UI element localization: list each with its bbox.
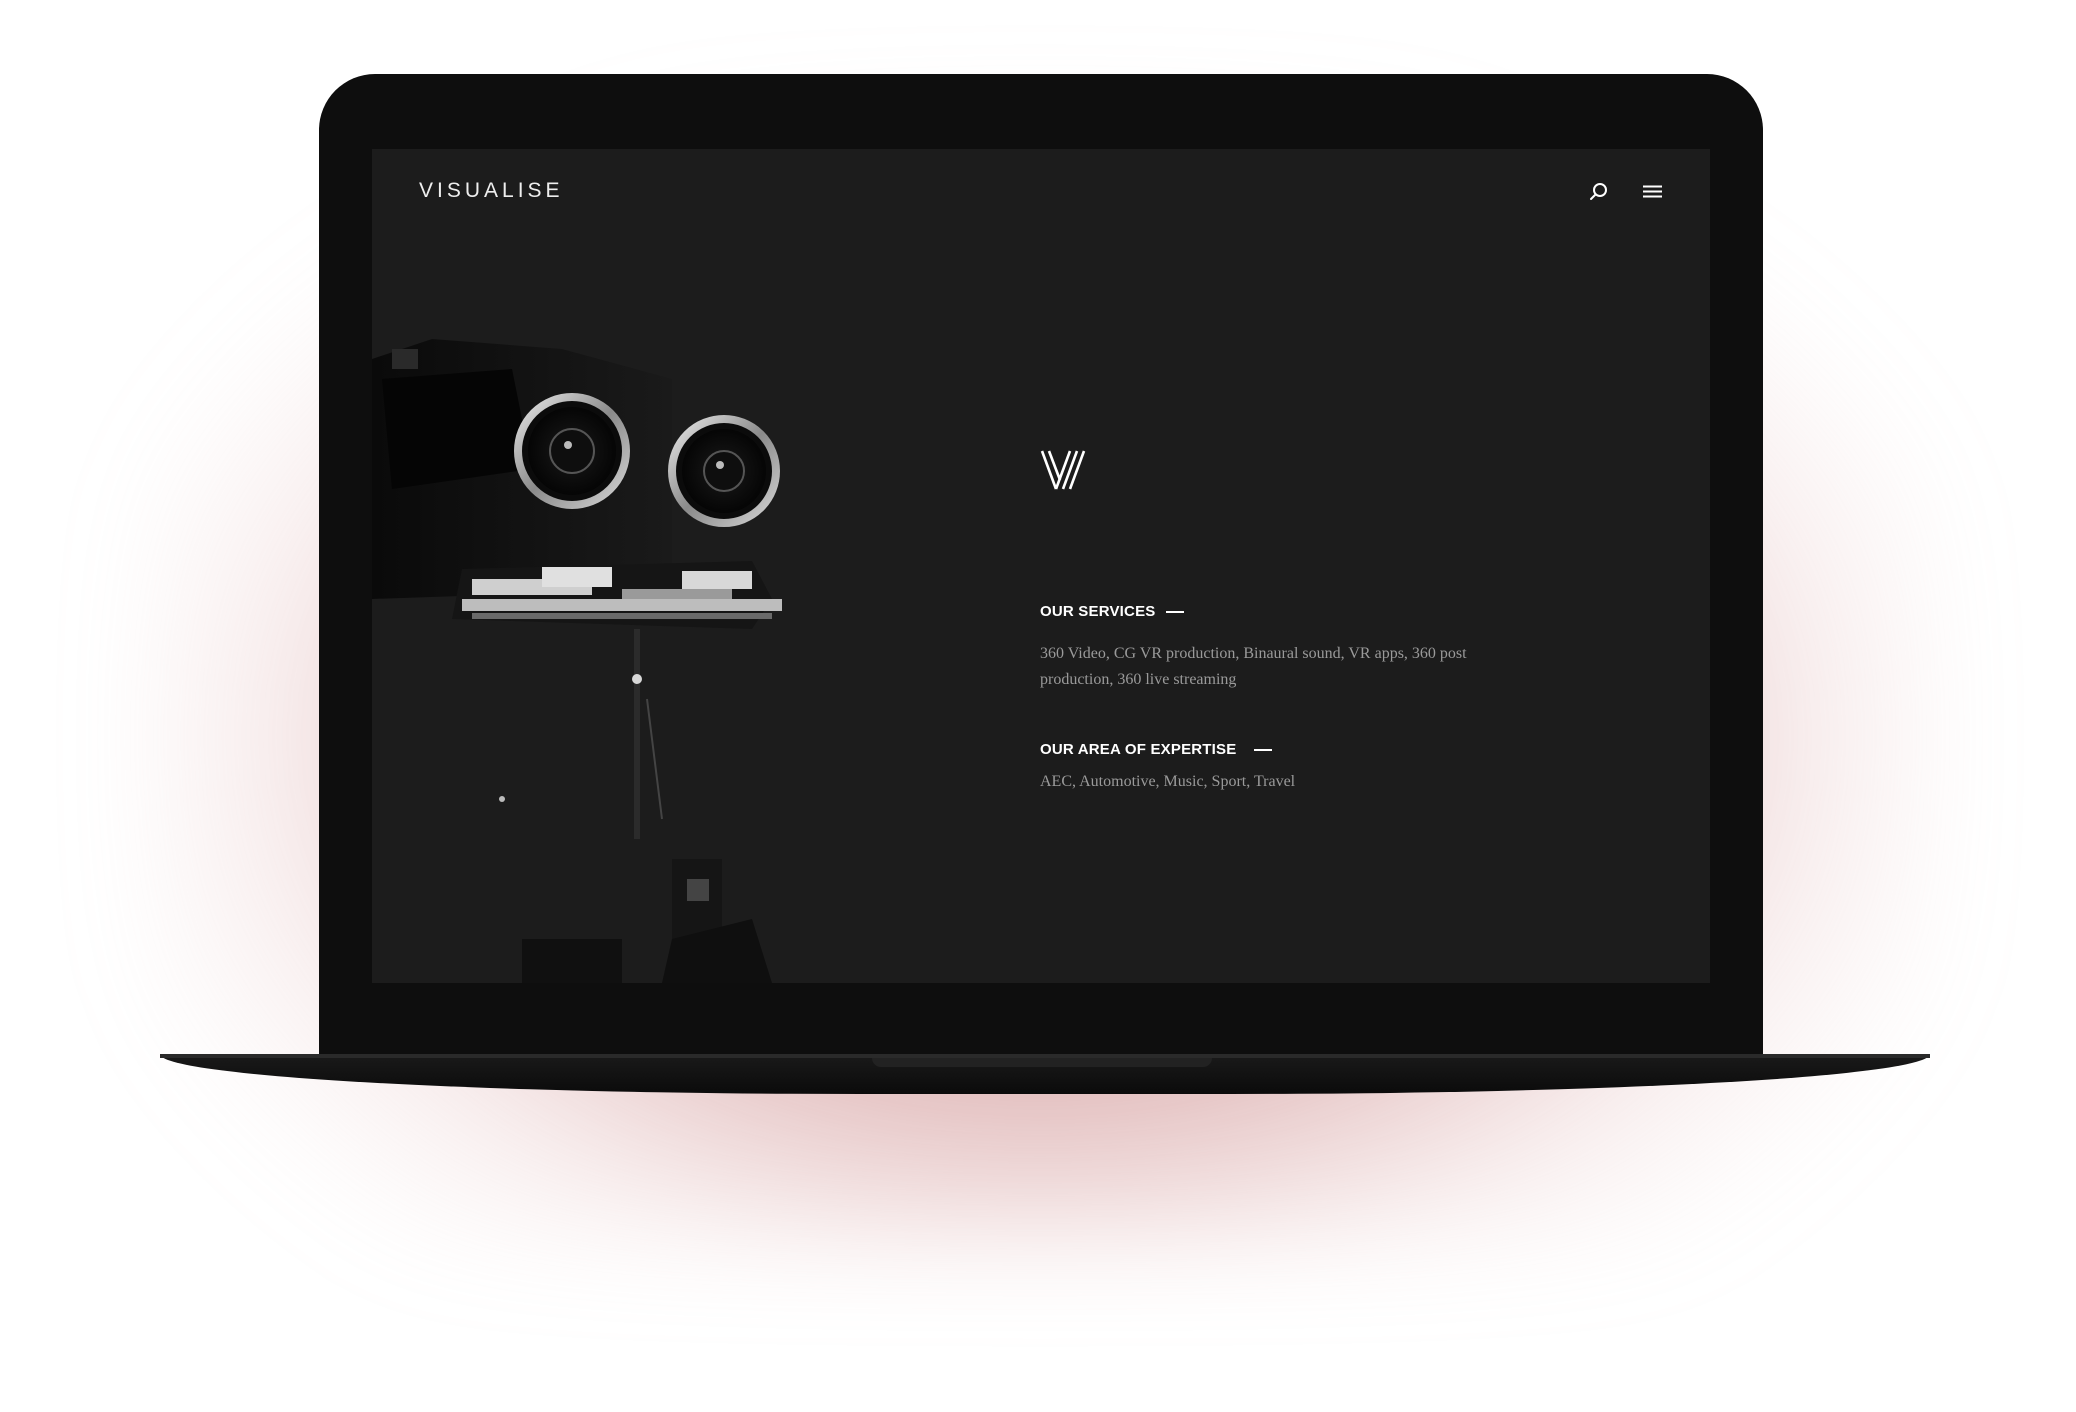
laptop-screen: VISUALISE OUR SERVICES 360 Video, CG VR … <box>372 149 1710 983</box>
heading-dash <box>1254 749 1273 752</box>
search-button[interactable] <box>1586 179 1612 205</box>
vr-camera-rig-image <box>372 299 812 983</box>
heading-dash <box>1165 611 1184 614</box>
services-heading: OUR SERVICES <box>1040 603 1184 620</box>
hamburger-menu-icon <box>1643 185 1662 198</box>
brand-logo[interactable]: VISUALISE <box>419 179 564 203</box>
laptop-notch <box>872 1058 1212 1067</box>
expertise-heading: OUR AREA OF EXPERTISE <box>1040 741 1273 758</box>
visualise-w-logo-icon <box>1040 450 1086 490</box>
expertise-heading-label: OUR AREA OF EXPERTISE <box>1040 741 1237 758</box>
search-icon <box>1590 183 1607 200</box>
mockup-stage: VISUALISE OUR SERVICES 360 Video, CG VR … <box>0 0 2076 1412</box>
services-description: 360 Video, CG VR production, Binaural so… <box>1040 645 1467 688</box>
expertise-description: AEC, Automotive, Music, Sport, Travel <box>1040 773 1296 790</box>
services-heading-label: OUR SERVICES <box>1040 603 1156 620</box>
menu-button[interactable] <box>1640 179 1666 205</box>
